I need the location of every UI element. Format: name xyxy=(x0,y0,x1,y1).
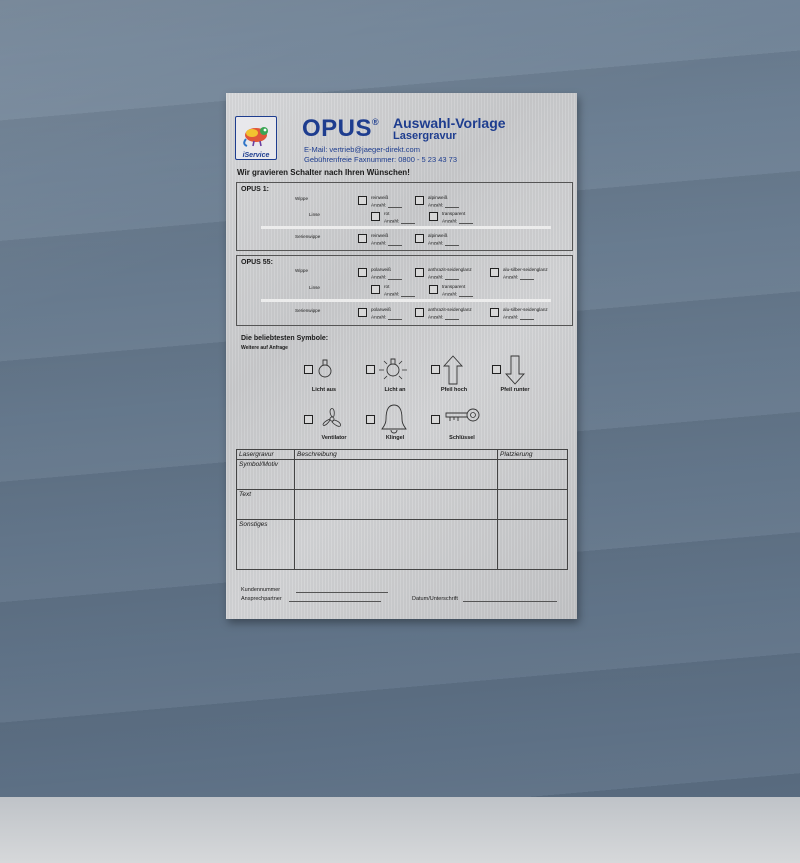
form-title: Auswahl-Vorlage xyxy=(393,115,506,131)
symbol-label: Licht aus xyxy=(311,387,337,393)
checkbox[interactable] xyxy=(431,415,440,424)
table-header: Platzierung xyxy=(497,449,568,460)
table-header-row: Lasergravur Beschreibung Platzierung xyxy=(236,449,568,460)
symbol-label: Schlüssel xyxy=(449,435,475,441)
customer-number-field[interactable]: Kundennummer xyxy=(241,586,388,593)
option: anthrazit-seidenglanz Anzahl: xyxy=(428,267,472,280)
placement-cell[interactable] xyxy=(497,459,568,490)
description-cell[interactable] xyxy=(294,519,498,570)
table-header: Beschreibung xyxy=(294,449,498,460)
row-label: Serienwippe xyxy=(295,234,321,239)
symbols-title: Die beliebtesten Symbole: xyxy=(241,335,329,342)
symbol-label: Pfeil hoch xyxy=(440,387,468,393)
table-header: Lasergravur xyxy=(236,449,295,460)
symbol-label: Pfeil runter xyxy=(500,387,530,393)
table-row: Symbol/Motiv xyxy=(236,459,568,490)
checkbox[interactable] xyxy=(490,268,499,277)
placement-cell[interactable] xyxy=(497,489,568,520)
fan-icon xyxy=(322,408,341,427)
brand-name: OPUS® xyxy=(302,115,380,142)
option: polarweiß Anzahl: xyxy=(371,307,402,320)
checkbox[interactable] xyxy=(371,212,380,221)
row-heading: Text xyxy=(236,489,295,520)
checkbox[interactable] xyxy=(304,415,313,424)
description-cell[interactable] xyxy=(294,489,498,520)
date-signature-field[interactable]: Datum/Unterschrift xyxy=(412,595,558,602)
table-row: Sonstiges xyxy=(236,519,568,570)
symbol-label: Ventilator xyxy=(321,435,347,441)
table-row: Text xyxy=(236,489,568,520)
option: transparent Anzahl: xyxy=(442,284,473,297)
headline: Wir gravieren Schalter nach Ihren Wünsch… xyxy=(237,168,410,177)
form-sheet: iService OPUS® Auswahl-Vorlage Lasergrav… xyxy=(226,93,577,619)
option: alu-silber-seidenglanz Anzahl: xyxy=(503,307,548,320)
checkbox[interactable] xyxy=(431,365,440,374)
checkbox[interactable] xyxy=(492,365,501,374)
option: alpinweiß Anzahl: xyxy=(428,195,459,208)
option: reinweiß Anzahl: xyxy=(371,195,402,208)
arrow-down-icon xyxy=(505,355,525,385)
email-text: E-Mail: vertrieb@jaeger-direkt.com xyxy=(304,145,420,154)
checkbox[interactable] xyxy=(415,234,424,243)
logo-label: iService xyxy=(242,152,270,159)
iservice-logo: iService xyxy=(235,116,277,160)
symbol-label: Licht an xyxy=(384,387,406,393)
option: alpinweiß Anzahl: xyxy=(428,233,459,246)
option: polarweiß Anzahl: xyxy=(371,267,402,280)
bulb-off-icon xyxy=(318,359,332,378)
row-label: Serienwippe xyxy=(295,308,321,313)
option: reinweiß Anzahl: xyxy=(371,233,402,246)
checkbox[interactable] xyxy=(358,196,367,205)
checkbox[interactable] xyxy=(304,365,313,374)
option: transparent Anzahl: xyxy=(442,211,473,224)
engraving-table: Lasergravur Beschreibung Platzierung Sym… xyxy=(236,449,568,570)
checkbox[interactable] xyxy=(415,308,424,317)
checkbox[interactable] xyxy=(429,285,438,294)
row-heading: Symbol/Motiv xyxy=(236,459,295,490)
form-subtitle: Lasergravur xyxy=(393,130,457,142)
symbols-subtitle: Weitere auf Anfrage xyxy=(241,345,288,351)
row-label: Linse xyxy=(309,212,320,217)
bell-icon xyxy=(381,404,407,434)
checkbox[interactable] xyxy=(415,196,424,205)
checkbox[interactable] xyxy=(358,234,367,243)
checkbox[interactable] xyxy=(366,415,375,424)
row-label: Wippe xyxy=(295,196,309,201)
divider xyxy=(261,226,551,229)
chameleon-icon xyxy=(243,127,268,147)
checkbox[interactable] xyxy=(366,365,375,374)
checkbox[interactable] xyxy=(429,212,438,221)
checkbox[interactable] xyxy=(358,308,367,317)
row-label: Linse xyxy=(309,285,320,290)
checkbox[interactable] xyxy=(490,308,499,317)
section-title: OPUS 1: xyxy=(241,186,270,193)
symbol-label: Klingel xyxy=(385,435,405,441)
option: rot Anzahl: xyxy=(384,284,415,297)
checkbox[interactable] xyxy=(415,268,424,277)
section-title: OPUS 55: xyxy=(241,259,273,266)
option: rot Anzahl: xyxy=(384,211,415,224)
checkbox[interactable] xyxy=(358,268,367,277)
key-icon xyxy=(445,408,480,422)
row-label: Wippe xyxy=(295,268,309,273)
section-opus55: OPUS 55: Wippe polarweiß Anzahl: anthrazi… xyxy=(236,255,573,326)
option: anthrazit-seidenglanz Anzahl: xyxy=(428,307,472,320)
placement-cell[interactable] xyxy=(497,519,568,570)
checkbox[interactable] xyxy=(371,285,380,294)
fax-text: Gebührenfreie Faxnummer: 0800 - 5 23 43 … xyxy=(304,155,458,164)
description-cell[interactable] xyxy=(294,459,498,490)
floor xyxy=(0,797,800,863)
arrow-up-icon xyxy=(443,355,463,385)
section-opus1: OPUS 1: Wippe reinweiß Anzahl: alpinweiß A… xyxy=(236,182,573,251)
row-heading: Sonstiges xyxy=(236,519,295,570)
bulb-on-icon xyxy=(379,358,407,380)
option: alu-silber-seidenglanz Anzahl: xyxy=(503,267,548,280)
contact-person-field[interactable]: Ansprechpartner xyxy=(241,595,382,602)
divider xyxy=(261,299,551,302)
